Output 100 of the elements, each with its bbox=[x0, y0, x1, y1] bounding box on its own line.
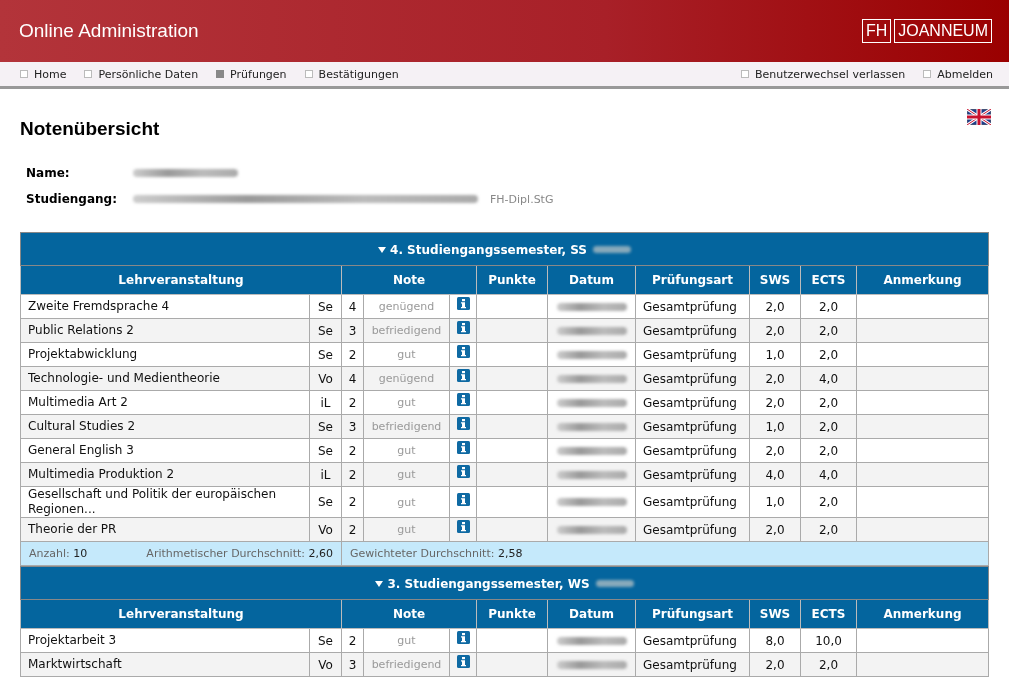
semester-title: 4. Studiengangssemester, SS bbox=[390, 242, 587, 257]
column-header: ECTS bbox=[800, 599, 857, 629]
blurred-text bbox=[556, 636, 627, 645]
table-cell: Gesamtprüfung bbox=[635, 342, 750, 367]
info-icon[interactable] bbox=[456, 520, 470, 533]
table-cell: Zweite Fremdsprache 4 bbox=[20, 294, 310, 319]
column-header: Punkte bbox=[476, 265, 548, 295]
semester-title: 3. Studiengangssemester, WS bbox=[387, 576, 590, 591]
info-icon[interactable] bbox=[456, 655, 470, 668]
column-header: Prüfungsart bbox=[635, 265, 750, 295]
caret-icon bbox=[378, 246, 387, 253]
column-header: Punkte bbox=[476, 599, 548, 629]
blurred-text bbox=[556, 374, 627, 383]
nav-link[interactable]: Benutzerwechsel verlassen bbox=[740, 67, 906, 81]
summary-value: 2,58 bbox=[497, 547, 523, 560]
table-cell: Public Relations 2 bbox=[20, 318, 310, 343]
nav-link[interactable]: Prüfungen bbox=[216, 67, 287, 81]
column-header: Note bbox=[341, 599, 477, 629]
table-cell: genügend bbox=[363, 294, 450, 319]
blurred-text bbox=[556, 446, 627, 455]
blurred-text bbox=[556, 350, 627, 359]
info-icon[interactable] bbox=[456, 369, 470, 382]
flag-icon[interactable] bbox=[967, 109, 991, 125]
info-icon[interactable] bbox=[456, 393, 470, 406]
column-header: Anmerkung bbox=[856, 265, 989, 295]
semester-header[interactable]: 4. Studiengangssemester, SS bbox=[20, 232, 989, 266]
table-cell: Gesamtprüfung bbox=[635, 318, 750, 343]
blurred-text bbox=[592, 246, 631, 253]
page-title: Notenübersicht bbox=[20, 118, 160, 140]
blurred-text bbox=[556, 525, 627, 534]
blurred-text bbox=[556, 302, 627, 311]
table-cell: genügend bbox=[363, 366, 450, 391]
blurred-text bbox=[556, 660, 627, 669]
table-cell: Gesamtprüfung bbox=[635, 294, 750, 319]
info-icon[interactable] bbox=[456, 321, 470, 334]
blurred-text bbox=[556, 470, 627, 479]
table-cell: befriedigend bbox=[363, 414, 450, 439]
table-cell: Gesamtprüfung bbox=[635, 486, 750, 518]
table-cell: Gesamtprüfung bbox=[635, 438, 750, 463]
table-cell: befriedigend bbox=[363, 318, 450, 343]
column-header: Lehrveranstaltung bbox=[20, 599, 342, 629]
blurred-text bbox=[595, 580, 634, 587]
nav-link[interactable]: Home bbox=[20, 67, 67, 81]
table-cell: Gesamtprüfung bbox=[635, 462, 750, 487]
blurred-text bbox=[556, 422, 627, 431]
table-cell: Gesellschaft und Politik der europäischen Regionen... bbox=[20, 486, 310, 518]
table-cell: 2,0 bbox=[800, 486, 857, 518]
info-icon[interactable] bbox=[456, 441, 470, 454]
blurred-text bbox=[556, 326, 627, 335]
field-label: Name: bbox=[26, 166, 71, 180]
info-icon[interactable] bbox=[456, 631, 470, 644]
info-icon[interactable] bbox=[456, 492, 470, 506]
column-header: Datum bbox=[547, 265, 636, 295]
field-label: Studiengang: bbox=[26, 192, 118, 206]
table-cell: gut bbox=[363, 517, 450, 542]
column-header: Note bbox=[341, 265, 477, 295]
nav-link[interactable]: Abmelden bbox=[923, 67, 993, 81]
table-cell: Projektabwicklung bbox=[20, 342, 310, 367]
info-icon[interactable] bbox=[456, 297, 470, 310]
table-cell: befriedigend bbox=[363, 652, 450, 677]
table-cell: Gesamtprüfung bbox=[635, 366, 750, 391]
table-cell: 1,0 bbox=[749, 486, 801, 518]
table-cell: Gesamtprüfung bbox=[635, 652, 750, 677]
table-cell: gut bbox=[363, 342, 450, 367]
caret-icon bbox=[375, 580, 384, 587]
info-icon[interactable] bbox=[456, 345, 470, 358]
summary-label: Arithmetischer Durchschnitt: bbox=[146, 547, 305, 560]
blurred-text bbox=[556, 398, 627, 407]
semester-header[interactable]: 3. Studiengangssemester, WS bbox=[20, 566, 989, 600]
table-cell: Gesamtprüfung bbox=[635, 628, 750, 653]
column-header: ECTS bbox=[800, 265, 857, 295]
nav-link[interactable]: Persönliche Daten bbox=[84, 67, 199, 81]
summary-value: 10 bbox=[73, 547, 88, 560]
nav-link[interactable]: Bestätigungen bbox=[304, 67, 399, 81]
logo-text: JOANNEUM bbox=[894, 19, 992, 43]
table-cell: Technologie- und Medientheorie bbox=[20, 366, 310, 391]
table-cell: Multimedia Produktion 2 bbox=[20, 462, 310, 487]
table-cell: Cultural Studies 2 bbox=[20, 414, 310, 439]
table-cell: gut bbox=[363, 438, 450, 463]
table-cell: Gesamtprüfung bbox=[635, 390, 750, 415]
table-cell: Theorie der PR bbox=[20, 517, 310, 542]
table-cell: Projektarbeit 3 bbox=[20, 628, 310, 653]
table-cell: gut bbox=[363, 628, 450, 653]
degree-type: FH-Dipl.StG bbox=[490, 192, 554, 206]
table-cell: gut bbox=[363, 462, 450, 487]
table-cell: General English 3 bbox=[20, 438, 310, 463]
table-cell: Multimedia Art 2 bbox=[20, 390, 310, 415]
table-cell: Gesamtprüfung bbox=[635, 414, 750, 439]
summary-label: Gewichteter Durchschnitt: bbox=[350, 547, 495, 560]
table-cell: Marktwirtschaft bbox=[20, 652, 310, 677]
info-icon[interactable] bbox=[456, 465, 470, 478]
column-header: Datum bbox=[547, 599, 636, 629]
column-header: Lehrveranstaltung bbox=[20, 265, 342, 295]
logo-text: FH bbox=[861, 19, 892, 43]
info-icon[interactable] bbox=[456, 417, 470, 430]
summary-label: Anzahl: bbox=[29, 547, 70, 560]
app-title: Online Administration bbox=[19, 20, 199, 42]
summary-value: 2,60 bbox=[308, 547, 333, 560]
blurred-text bbox=[556, 498, 627, 506]
table-cell: Gesamtprüfung bbox=[635, 517, 750, 542]
